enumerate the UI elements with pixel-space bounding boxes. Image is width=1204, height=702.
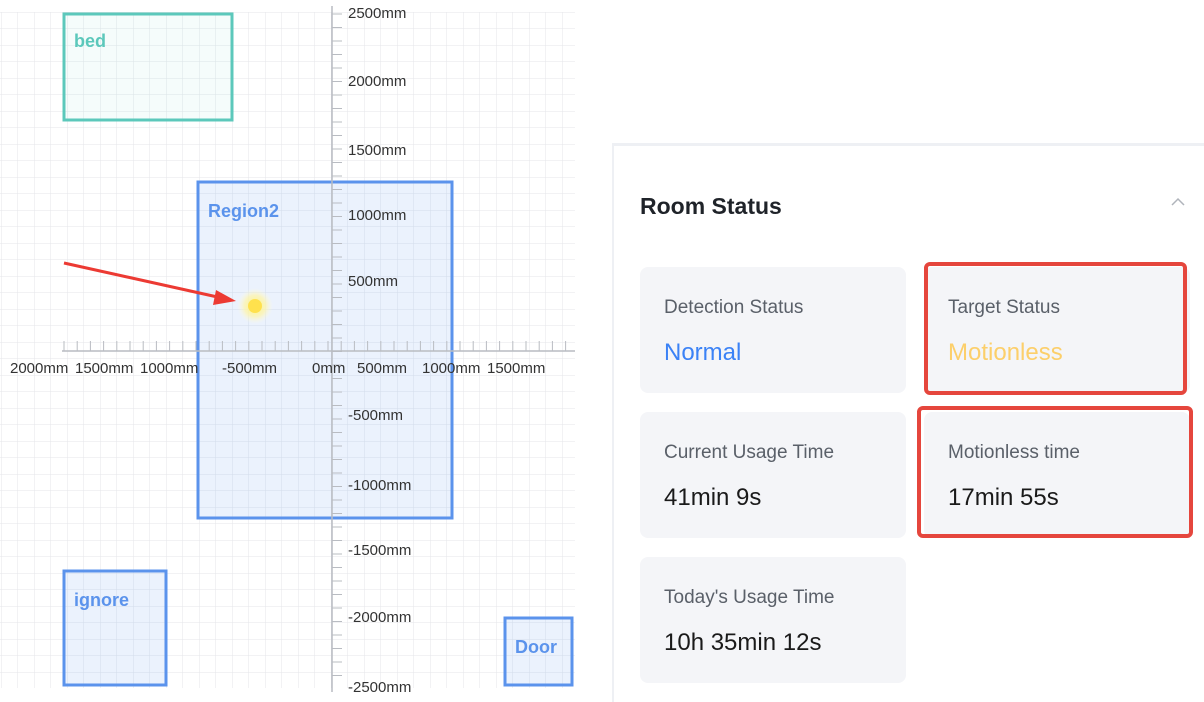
x-tick-label: 2000mm	[10, 360, 68, 377]
radar-plot: bed Region2 ignore Door 2500mm 2000mm 15…	[0, 5, 575, 696]
target-status-highlight	[924, 262, 1187, 395]
y-tick-label: 2500mm	[348, 5, 406, 22]
card-label: Today's Usage Time	[664, 587, 835, 608]
motionless-time-highlight	[917, 406, 1193, 538]
region2-label: Region2	[208, 201, 279, 221]
y-tick-label: 1500mm	[348, 142, 406, 159]
y-tick-label: 2000mm	[348, 73, 406, 90]
x-tick-label: 1000mm	[422, 360, 480, 377]
detection-status-card: Detection Status Normal	[640, 267, 906, 393]
y-tick-label: 500mm	[348, 273, 398, 290]
bed-region[interactable]	[62, 12, 234, 122]
door-label: Door	[515, 637, 557, 657]
y-tick-label: -1000mm	[348, 477, 411, 494]
today-usage-card: Today's Usage Time 10h 35min 12s	[640, 557, 906, 683]
card-label: Current Usage Time	[664, 442, 835, 463]
x-tick-label: 1000mm	[140, 360, 198, 377]
today-usage-value: 10h 35min 12s	[664, 629, 822, 656]
bed-label: bed	[74, 31, 106, 51]
current-usage-value: 41min 9s	[664, 484, 762, 511]
x-tick-label: 1500mm	[75, 360, 133, 377]
panel-title: Room Status	[640, 193, 782, 219]
radar-map: bed Region2 ignore Door 2500mm 2000mm 15…	[0, 0, 590, 702]
chevron-up-icon[interactable]	[1170, 194, 1186, 210]
y-tick-label: -2000mm	[348, 609, 411, 626]
x-tick-label: -500mm	[222, 360, 277, 377]
ignore-region[interactable]	[62, 569, 168, 687]
detection-status-value: Normal	[664, 339, 742, 366]
target-dot[interactable]	[248, 299, 262, 313]
x-tick-label: 500mm	[357, 360, 407, 377]
x-tick-label: 0mm	[312, 360, 345, 377]
y-tick-label: -2500mm	[348, 679, 411, 696]
y-tick-label: -500mm	[348, 407, 403, 424]
ignore-label: ignore	[74, 590, 129, 610]
x-tick-label: 1500mm	[487, 360, 545, 377]
current-usage-card: Current Usage Time 41min 9s	[640, 412, 906, 538]
y-tick-label: 1000mm	[348, 207, 406, 224]
y-tick-label: -1500mm	[348, 542, 411, 559]
card-label: Detection Status	[664, 297, 804, 318]
